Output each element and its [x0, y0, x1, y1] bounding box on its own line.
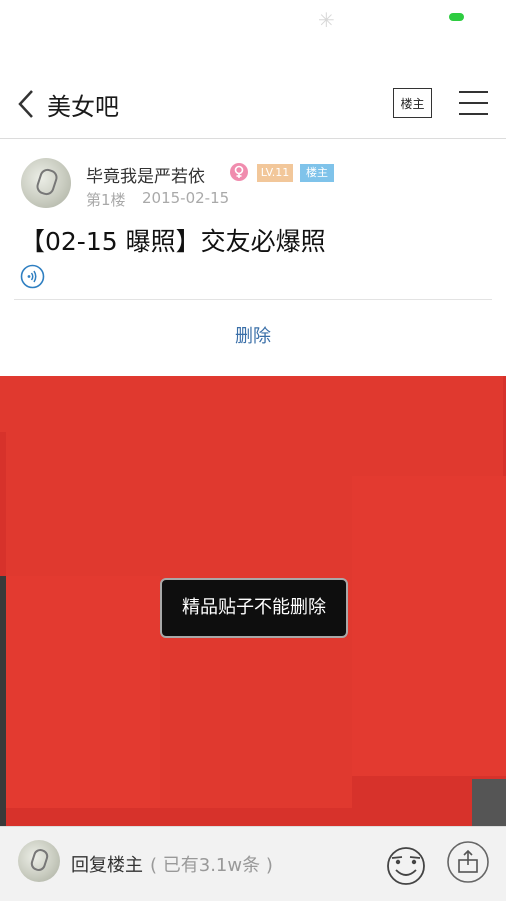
delete-button[interactable]: 删除 [0, 322, 506, 348]
image-region [6, 576, 161, 808]
level-badge: LV.11 [257, 164, 293, 182]
audio-icon[interactable] [20, 264, 45, 289]
reply-count: ( 已有3.1w条 ) [150, 855, 273, 876]
nav-bar: 美女吧 楼主 [0, 70, 506, 139]
back-arrow-icon[interactable] [16, 89, 36, 119]
only-louzhu-button[interactable]: 楼主 [393, 88, 432, 118]
reply-to-louzhu-label[interactable]: 回复楼主 [71, 851, 143, 877]
toast-message: 精品贴子不能删除 [160, 578, 348, 638]
post-header: 毕竟我是严若依 LV.11 楼主 第1楼 2015-02-15 【02-15 曝… [0, 140, 506, 375]
reply-bar: 回复楼主 ( 已有3.1w条 ) [0, 826, 506, 901]
forum-title: 美女吧 [47, 93, 119, 121]
menu-icon[interactable] [459, 91, 488, 117]
image-region [352, 476, 506, 776]
female-icon [230, 163, 248, 181]
user-avatar[interactable] [18, 840, 60, 882]
image-region [0, 376, 503, 432]
image-edge [472, 779, 506, 826]
image-edge [0, 576, 6, 826]
floor-number: 第1楼 [86, 191, 126, 209]
author-avatar[interactable] [21, 158, 71, 208]
status-spinner-icon: ✳ [318, 8, 335, 32]
emoji-icon[interactable] [382, 840, 430, 888]
louzhu-badge: 楼主 [300, 164, 334, 182]
divider [14, 299, 492, 300]
author-username[interactable]: 毕竟我是严若依 [86, 162, 205, 187]
status-bar: ✳ [0, 0, 506, 40]
post-date: 2015-02-15 [142, 189, 230, 207]
status-indicator [449, 13, 464, 21]
share-icon[interactable] [446, 840, 490, 884]
post-title: 【02-15 曝照】交友必爆照 [20, 227, 326, 256]
